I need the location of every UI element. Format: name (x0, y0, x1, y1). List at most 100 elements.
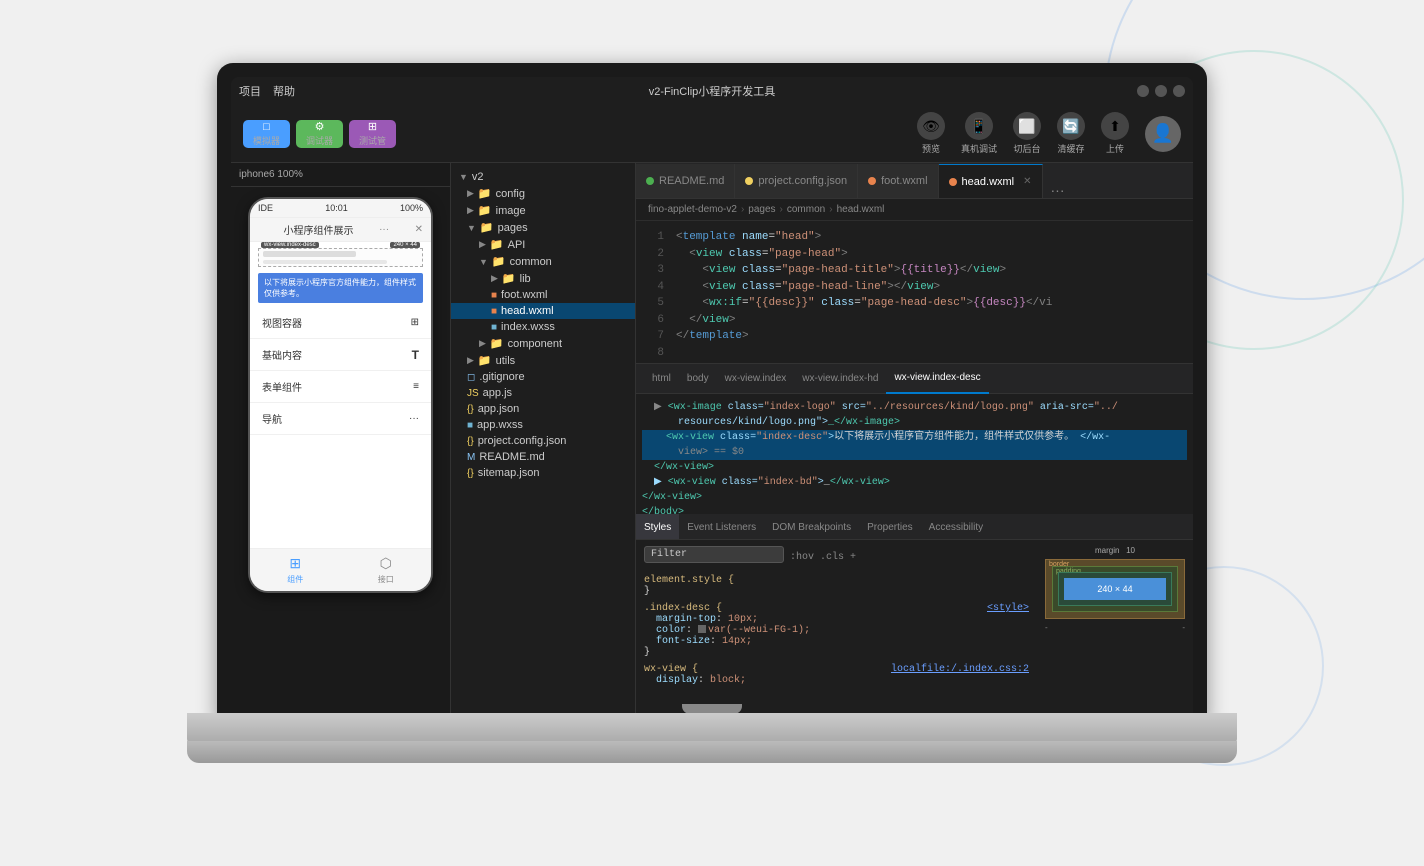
tab-overflow-button[interactable]: ··· (1043, 182, 1073, 198)
cut-label: 切后台 (1013, 142, 1040, 155)
list-item-4[interactable]: 导航 ··· (250, 403, 431, 435)
simulator-button[interactable]: □ 模拟器 (243, 120, 290, 148)
list-item-1[interactable]: 视图容器 ⊞ (250, 307, 431, 339)
maximize-button[interactable] (1155, 85, 1167, 97)
devtools-panel: html body wx-view.index wx-view.index-hd… (636, 363, 1193, 723)
app-wxss-icon: ■ (467, 420, 473, 431)
head-wxml-tab-label: head.wxml (962, 176, 1015, 188)
cut-icon: ⬜ (1013, 112, 1041, 140)
tree-lib[interactable]: ▶ 📁 lib (451, 270, 635, 287)
box-dash-1: - (1045, 623, 1048, 632)
app-window: 项目 帮助 v2-FinClip小程序开发工具 □ (231, 77, 1193, 723)
tree-gitignore[interactable]: ◻ .gitignore (451, 369, 635, 385)
dom-tree[interactable]: ▶ <wx-image class="index-logo" src="../r… (636, 394, 1193, 514)
tree-component[interactable]: ▶ 📁 component (451, 335, 635, 352)
debugger-button[interactable]: ⚙ 调试器 (296, 120, 343, 148)
tree-readme[interactable]: M README.md (451, 449, 635, 465)
preview-button[interactable]: 👁 预览 (917, 112, 945, 155)
code-content[interactable]: <template name="head"> <view class="page… (672, 221, 1193, 363)
code-line-1: <template name="head"> (676, 229, 1189, 246)
css-val-display: block; (710, 675, 746, 686)
tree-sitemap[interactable]: {} sitemap.json (451, 465, 635, 481)
dom-tab-wx-view-index-desc[interactable]: wx-view.index-desc (886, 364, 988, 394)
preview-icon: 👁 (917, 112, 945, 140)
tree-pages[interactable]: ▼ 📁 pages (451, 219, 635, 236)
utils-folder-icon: 📁 (478, 354, 492, 367)
image-folder-icon: 📁 (478, 204, 492, 217)
tree-config[interactable]: ▶ 📁 config (451, 185, 635, 202)
tree-api[interactable]: ▶ 📁 API (451, 236, 635, 253)
styles-filter[interactable]: Filter (644, 546, 784, 563)
element-style-close: } (644, 586, 650, 597)
close-button[interactable] (1173, 85, 1185, 97)
tab-project-config[interactable]: project.config.json (735, 164, 858, 198)
app-wxss-label: app.wxss (477, 419, 523, 431)
minimize-button[interactable] (1137, 85, 1149, 97)
index-desc-source[interactable]: <style> (987, 603, 1029, 614)
menu-item-project[interactable]: 项目 (239, 83, 261, 99)
phone-title: 小程序组件展示 (284, 222, 354, 237)
tree-root[interactable]: ▼ v2 (451, 169, 635, 185)
tree-app-json[interactable]: {} app.json (451, 401, 635, 417)
dom-tab-html[interactable]: html (644, 364, 679, 394)
utils-chevron: ▶ (467, 355, 474, 366)
tree-utils[interactable]: ▶ 📁 utils (451, 352, 635, 369)
css-val-font-size: 14px; (722, 636, 752, 647)
avatar[interactable]: 👤 (1145, 116, 1181, 152)
phone-signal: IDE (258, 203, 273, 213)
tab-head-wxml[interactable]: head.wxml ✕ (939, 164, 1043, 198)
phone-title-bar: 小程序组件展示 ··· ✕ (250, 218, 431, 242)
dom-tab-wx-view-index-hd[interactable]: wx-view.index-hd (794, 364, 886, 394)
title-bar: 项目 帮助 v2-FinClip小程序开发工具 (231, 77, 1193, 105)
upload-button[interactable]: ⬆ 上传 (1101, 112, 1129, 155)
preview-label: 预览 (922, 142, 940, 155)
tab-readme[interactable]: README.md (636, 164, 735, 198)
line-num-3: 3 (636, 262, 664, 279)
wx-view-source[interactable]: localfile:/.index.css:2 (891, 664, 1029, 675)
code-editor[interactable]: 1 2 3 4 5 6 7 8 <template name="head"> (636, 221, 1193, 363)
tree-head-wxml[interactable]: ■ head.wxml (451, 303, 635, 319)
nav-components[interactable]: ⊞ 组件 (287, 555, 303, 585)
breadcrumb-sep-3: › (829, 204, 832, 215)
wx-view-selector: wx-view { (644, 664, 698, 675)
common-chevron: ▼ (479, 257, 488, 267)
css-prop-display: display (656, 675, 698, 686)
list-item-3[interactable]: 表单组件 ≡ (250, 371, 431, 403)
laptop-base (187, 713, 1237, 743)
tree-common[interactable]: ▼ 📁 common (451, 253, 635, 270)
tab-foot-wxml[interactable]: foot.wxml (858, 164, 938, 198)
tree-project-config[interactable]: {} project.config.json (451, 433, 635, 449)
clear-button[interactable]: 🔄 清缓存 (1057, 112, 1085, 155)
dom-tab-body[interactable]: body (679, 364, 717, 394)
dom-tabs-row: html body wx-view.index wx-view.index-hd… (636, 364, 1193, 394)
list-item-2[interactable]: 基础内容 T (250, 339, 431, 371)
dom-breakpoints-tab[interactable]: DOM Breakpoints (764, 514, 859, 540)
index-desc-close: } (644, 647, 650, 658)
editor-tabs: README.md project.config.json foot.wxml (636, 163, 1193, 199)
nav-interface[interactable]: ⬡ 接口 (378, 555, 394, 585)
tree-app-wxss[interactable]: ■ app.wxss (451, 417, 635, 433)
dom-line-3[interactable]: <wx-view class="index-desc">以下将展示小程序官方组件… (642, 430, 1187, 445)
real-device-button[interactable]: 📱 真机调试 (961, 112, 997, 155)
properties-tab[interactable]: Properties (859, 514, 921, 540)
menu-item-help[interactable]: 帮助 (273, 83, 295, 99)
breadcrumb: fino-applet-demo-v2 › pages › common › h… (636, 199, 1193, 221)
tree-app-js[interactable]: JS app.js (451, 385, 635, 401)
accessibility-tab[interactable]: Accessibility (921, 514, 991, 540)
tree-foot-wxml[interactable]: ■ foot.wxml (451, 287, 635, 303)
clear-label: 清缓存 (1057, 142, 1084, 155)
event-listeners-tab[interactable]: Event Listeners (679, 514, 764, 540)
css-prop-font-size: font-size (656, 636, 710, 647)
styles-tab[interactable]: Styles (636, 514, 679, 540)
tree-index-wxss[interactable]: ■ index.wxss (451, 319, 635, 335)
dom-tab-wx-view-index[interactable]: wx-view.index (717, 364, 795, 394)
test-button[interactable]: ⊞ 测试管 (349, 120, 396, 148)
breadcrumb-root: fino-applet-demo-v2 (648, 204, 737, 215)
head-wxml-tab-close[interactable]: ✕ (1023, 176, 1031, 187)
cut-button[interactable]: ⬜ 切后台 (1013, 112, 1041, 155)
tree-image[interactable]: ▶ 📁 image (451, 202, 635, 219)
dom-line-5: </wx-view> (642, 460, 1187, 475)
phone: IDE 10:01 100% 小程序组件展示 ··· ✕ (248, 197, 433, 593)
dom-line-1: ▶ <wx-image class="index-logo" src="../r… (642, 400, 1187, 415)
app-json-label: app.json (478, 403, 520, 415)
